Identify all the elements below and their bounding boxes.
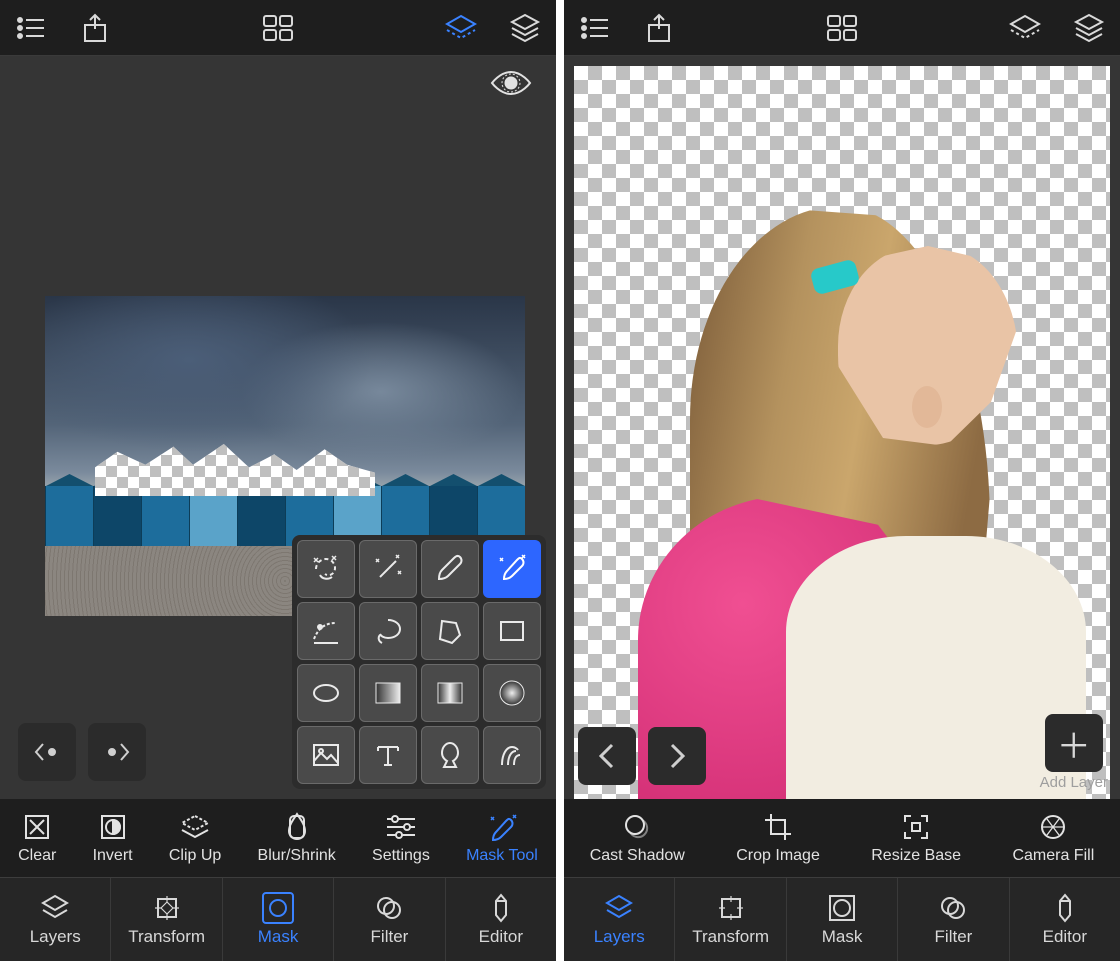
tab-editor-label: Editor (1043, 927, 1087, 947)
tool-hair-mask[interactable] (483, 726, 541, 784)
tab-transform-label: Transform (692, 927, 769, 947)
opt-cast-shadow[interactable]: Cast Shadow (590, 811, 685, 865)
opt-crop-image[interactable]: Crop Image (736, 811, 820, 865)
tool-color-range[interactable] (297, 602, 355, 660)
tool-lasso[interactable] (359, 602, 417, 660)
opt-resize-label: Resize Base (871, 847, 961, 865)
opt-invert-label: Invert (93, 847, 133, 865)
grid-icon[interactable] (825, 11, 859, 45)
layers-stack-icon[interactable] (508, 11, 542, 45)
tab-transform[interactable]: Transform (111, 878, 222, 961)
add-layer-label: Add Layer (1040, 774, 1108, 791)
editor-pane-right: ＋ Add Layer Cast Shadow Crop Image Resiz… (564, 0, 1120, 961)
tool-image-mask[interactable] (297, 726, 355, 784)
opt-invert[interactable]: Invert (93, 811, 133, 865)
opt-cast-label: Cast Shadow (590, 847, 685, 865)
layers-stack-icon[interactable] (1072, 11, 1106, 45)
next-layer-button[interactable] (648, 727, 706, 785)
tool-poly-lasso[interactable] (421, 602, 479, 660)
opt-camera-fill[interactable]: Camera Fill (1012, 811, 1094, 865)
opt-settings-label: Settings (372, 847, 430, 865)
tool-rectangle[interactable] (483, 602, 541, 660)
tool-auto-select-remove[interactable] (297, 540, 355, 598)
photo-girl-cutout[interactable] (600, 126, 1080, 799)
canvas-area-right[interactable]: ＋ Add Layer (564, 56, 1120, 799)
prev-layer-button[interactable] (578, 727, 636, 785)
tab-transform[interactable]: Transform (675, 878, 786, 961)
tab-filter[interactable]: Filter (334, 878, 445, 961)
tab-editor-label: Editor (479, 927, 523, 947)
grid-icon[interactable] (261, 11, 295, 45)
tool-magic-wand[interactable] (359, 540, 417, 598)
tool-smart-brush[interactable] (483, 540, 541, 598)
tab-editor[interactable]: Editor (1010, 878, 1120, 961)
canvas-area[interactable] (0, 56, 556, 799)
visibility-icon[interactable] (490, 70, 532, 96)
bottom-tabbar-right: Layers Transform Mask Filter Editor (564, 877, 1120, 961)
undo-button[interactable] (18, 723, 76, 781)
tab-layers[interactable]: Layers (564, 878, 675, 961)
tab-mask[interactable]: Mask (787, 878, 898, 961)
tab-filter-label: Filter (371, 927, 409, 947)
plus-icon: ＋ (1045, 714, 1103, 772)
opt-masktool-label: Mask Tool (466, 847, 538, 865)
opt-clear-label: Clear (18, 847, 56, 865)
tool-radial-gradient[interactable] (483, 664, 541, 722)
tool-mirrored-gradient[interactable] (421, 664, 479, 722)
share-icon[interactable] (78, 11, 112, 45)
top-toolbar (0, 0, 556, 56)
layers-options-bar: Cast Shadow Crop Image Resize Base Camer… (564, 799, 1120, 877)
mask-layer-icon[interactable] (1008, 11, 1042, 45)
list-icon[interactable] (14, 11, 48, 45)
opt-clear[interactable]: Clear (18, 811, 56, 865)
opt-clipup-label: Clip Up (169, 847, 221, 865)
opt-mask-tool[interactable]: Mask Tool (466, 811, 538, 865)
tool-ellipse[interactable] (297, 664, 355, 722)
tab-filter-label: Filter (935, 927, 973, 947)
bottom-tabbar: Layers Transform Mask Filter Editor (0, 877, 556, 961)
opt-camera-label: Camera Fill (1012, 847, 1094, 865)
mask-tool-grid (292, 535, 546, 789)
tool-linear-gradient[interactable] (359, 664, 417, 722)
tab-editor[interactable]: Editor (446, 878, 556, 961)
tab-mask-label: Mask (258, 927, 299, 947)
opt-blur-shrink[interactable]: Blur/Shrink (258, 811, 336, 865)
tool-text-mask[interactable] (359, 726, 417, 784)
top-toolbar-right (564, 0, 1120, 56)
tab-layers-label: Layers (594, 927, 645, 947)
tab-layers[interactable]: Layers (0, 878, 111, 961)
add-layer-button[interactable]: ＋ Add Layer (1040, 714, 1108, 791)
tool-shape-mask[interactable] (421, 726, 479, 784)
tab-mask[interactable]: Mask (223, 878, 334, 961)
opt-resize-base[interactable]: Resize Base (871, 811, 961, 865)
tab-filter[interactable]: Filter (898, 878, 1009, 961)
tab-layers-label: Layers (30, 927, 81, 947)
mask-layer-icon[interactable] (444, 11, 478, 45)
share-icon[interactable] (642, 11, 676, 45)
list-icon[interactable] (578, 11, 612, 45)
opt-clip-up[interactable]: Clip Up (169, 811, 221, 865)
opt-crop-label: Crop Image (736, 847, 820, 865)
opt-blur-label: Blur/Shrink (258, 847, 336, 865)
redo-button[interactable] (88, 723, 146, 781)
tab-mask-label: Mask (822, 927, 863, 947)
editor-pane-left: Clear Invert Clip Up Blur/Shrink Setting… (0, 0, 556, 961)
tab-transform-label: Transform (128, 927, 205, 947)
opt-settings[interactable]: Settings (372, 811, 430, 865)
tool-brush[interactable] (421, 540, 479, 598)
mask-options-bar: Clear Invert Clip Up Blur/Shrink Setting… (0, 799, 556, 877)
